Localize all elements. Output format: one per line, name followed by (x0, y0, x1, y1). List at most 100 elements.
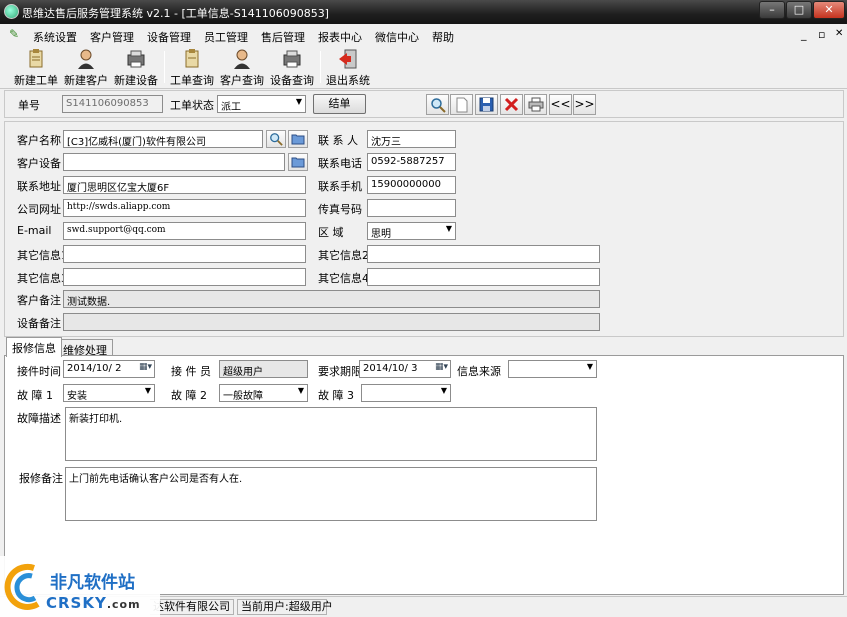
close-button[interactable]: ✕ (813, 1, 845, 19)
other-info-1-field[interactable] (63, 245, 306, 263)
mobile-field[interactable]: 15900000000 (367, 176, 456, 194)
new-device-button[interactable]: 新建设备 (110, 47, 162, 87)
chevron-down-icon: ▼ (297, 386, 304, 395)
tab-repair-info[interactable]: 报修信息 (6, 337, 62, 357)
new-device-icon (127, 50, 145, 68)
maximize-button[interactable]: □ (786, 1, 812, 19)
mdi-close-button[interactable]: ✕ (835, 28, 843, 39)
fault-2-value: 一般故障 (223, 391, 263, 402)
customer-browse-button[interactable] (288, 130, 308, 148)
folder-icon (291, 157, 305, 168)
menu-device[interactable]: 设备管理 (147, 29, 191, 45)
watermark-brand-text: CRSKY (46, 594, 107, 612)
customer-search-button[interactable] (266, 130, 286, 148)
print-icon (528, 97, 543, 112)
receiver-field[interactable]: 超级用户 (219, 360, 308, 378)
fault-2-select[interactable]: 一般故障 ▼ (219, 384, 308, 402)
email-field[interactable]: swd.support@qq.com (63, 222, 306, 240)
phone-field[interactable]: 0592-5887257 (367, 153, 456, 171)
search-button[interactable] (426, 94, 449, 115)
contact-field[interactable]: 沈万三 (367, 130, 456, 148)
order-query-icon (185, 49, 199, 68)
next-button[interactable]: >> (573, 94, 596, 115)
customer-query-label: 客户查询 (220, 74, 264, 87)
mdi-child-icon: ✎ (9, 27, 20, 41)
watermark-name: 非凡软件站 (50, 573, 135, 593)
new-customer-icon (78, 49, 94, 69)
next-icon: >> (574, 97, 595, 111)
new-order-icon (29, 49, 43, 68)
new-customer-button[interactable]: 新建客户 (60, 47, 112, 87)
prev-button[interactable]: << (549, 94, 572, 115)
delete-button[interactable] (500, 94, 523, 115)
fault-1-select[interactable]: 安装 ▼ (63, 384, 155, 402)
new-doc-button[interactable] (450, 94, 473, 115)
customer-name-field[interactable]: [C3]亿威科(厦门)软件有限公司 (63, 130, 263, 148)
print-button[interactable] (524, 94, 547, 115)
receive-time-picker[interactable]: 2014/10/ 2 ▦▾ (63, 360, 155, 378)
device-remark-field[interactable] (63, 313, 600, 331)
receiver-label: 接 件 员 (171, 365, 211, 378)
chevron-down-icon: ▼ (144, 386, 151, 395)
window-title: 思维达售后服务管理系统 v2.1 - [工单信息-S141106090853] (22, 7, 329, 20)
menu-reports[interactable]: 报表中心 (318, 29, 362, 45)
mobile-label: 联系手机 (318, 180, 362, 193)
menu-staff[interactable]: 员工管理 (204, 29, 248, 45)
other-info-4-field[interactable] (367, 268, 600, 286)
fault-2-label: 故 障 2 (171, 389, 207, 402)
fax-field[interactable] (367, 199, 456, 217)
mdi-minimize-button[interactable]: _ (801, 28, 807, 41)
order-number-label: 单号 (18, 99, 40, 112)
website-label: 公司网址 (17, 203, 61, 216)
minimize-button[interactable]: – (759, 1, 785, 19)
region-label: 区 域 (318, 226, 344, 239)
deadline-picker[interactable]: 2014/10/ 3 ▦▾ (359, 360, 451, 378)
device-browse-button[interactable] (288, 153, 308, 171)
other-info-3-field[interactable] (63, 268, 306, 286)
new-order-label: 新建工单 (14, 74, 58, 87)
title-bar: 思维达售后服务管理系统 v2.1 - [工单信息-S141106090853] … (0, 0, 847, 24)
menu-customer[interactable]: 客户管理 (90, 29, 134, 45)
website-field[interactable]: http://swds.aliapp.com (63, 199, 306, 217)
customer-device-label: 客户设备 (17, 157, 61, 170)
device-query-button[interactable]: 设备查询 (266, 47, 318, 87)
deadline-label: 要求期限 (318, 365, 362, 378)
search-icon (270, 133, 283, 146)
folder-icon (291, 134, 305, 145)
fault-3-select[interactable]: ▼ (361, 384, 451, 402)
order-status-select[interactable]: 派工 ▼ (217, 95, 306, 113)
info-source-select[interactable]: ▼ (508, 360, 597, 378)
receive-time-value: 2014/10/ 2 (67, 363, 122, 374)
fax-label: 传真号码 (318, 203, 362, 216)
save-button[interactable] (475, 94, 498, 115)
menu-system[interactable]: 系统设置 (33, 29, 77, 45)
fault-desc-label: 故障描述 (17, 412, 61, 425)
repair-note-textarea[interactable]: 上门前先电话确认客户公司是否有人在. (65, 467, 597, 521)
customer-query-button[interactable]: 客户查询 (216, 47, 268, 87)
new-customer-label: 新建客户 (64, 74, 108, 87)
email-label: E-mail (17, 224, 52, 237)
fault-1-label: 故 障 1 (17, 389, 53, 402)
address-field[interactable]: 厦门思明区亿宝大厦6F (63, 176, 306, 194)
customer-remark-field[interactable]: 测试数据. (63, 290, 600, 308)
order-query-button[interactable]: 工单查询 (166, 47, 218, 87)
order-status-label: 工单状态 (170, 99, 214, 112)
exit-button[interactable]: 退出系统 (322, 47, 374, 87)
menu-help[interactable]: 帮助 (432, 29, 454, 45)
mdi-restore-button[interactable]: ▫ (818, 28, 825, 41)
order-number-field[interactable]: S141106090853 (62, 95, 163, 113)
new-order-button[interactable]: 新建工单 (10, 47, 62, 87)
device-remark-label: 设备备注 (17, 317, 61, 330)
customer-device-field[interactable] (63, 153, 285, 171)
fault-1-value: 安装 (67, 391, 87, 402)
close-order-button[interactable]: 结单 (313, 94, 366, 114)
toolbar: 新建工单 新建客户 新建设备 工单查询 客户查询 设备查询 退出系统 (0, 45, 847, 89)
region-select[interactable]: 思明 ▼ (367, 222, 456, 240)
calendar-icon: ▦▾ (434, 362, 448, 372)
menu-service[interactable]: 售后管理 (261, 29, 305, 45)
other-info-2-field[interactable] (367, 245, 600, 263)
fault-desc-textarea[interactable]: 新装打印机. (65, 407, 597, 461)
menu-wechat[interactable]: 微信中心 (375, 29, 419, 45)
chevron-down-icon: ▼ (295, 97, 302, 106)
order-bar: 单号 S141106090853 工单状态 派工 ▼ 结单 << >> (4, 90, 844, 118)
